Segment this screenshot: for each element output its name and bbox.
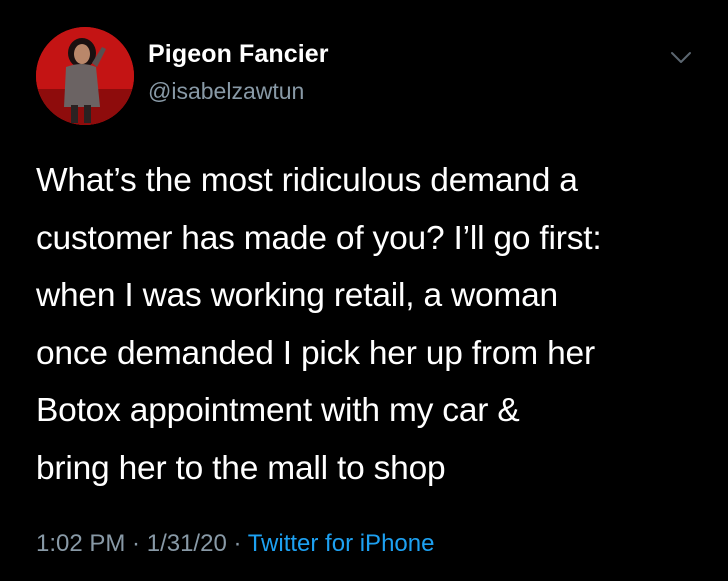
display-name[interactable]: Pigeon Fancier [148, 40, 329, 69]
profile-photo-icon [36, 27, 134, 125]
tweet-card: Pigeon Fancier @isabelzawtun What’s the … [0, 0, 728, 581]
avatar[interactable] [36, 27, 134, 125]
chevron-down-icon[interactable] [670, 50, 692, 66]
tweet-time[interactable]: 1:02 PM [36, 530, 125, 557]
tweet-date[interactable]: 1/31/20 [147, 530, 227, 557]
user-handle[interactable]: @isabelzawtun [148, 78, 304, 105]
tweet-text: What’s the most ridiculous demand a cust… [36, 162, 602, 487]
separator: · [125, 530, 147, 557]
tweet-source-link[interactable]: Twitter for iPhone [248, 530, 435, 557]
tweet-metadata: 1:02 PM · 1/31/20 · Twitter for iPhone [36, 530, 434, 558]
separator: · [226, 530, 248, 557]
